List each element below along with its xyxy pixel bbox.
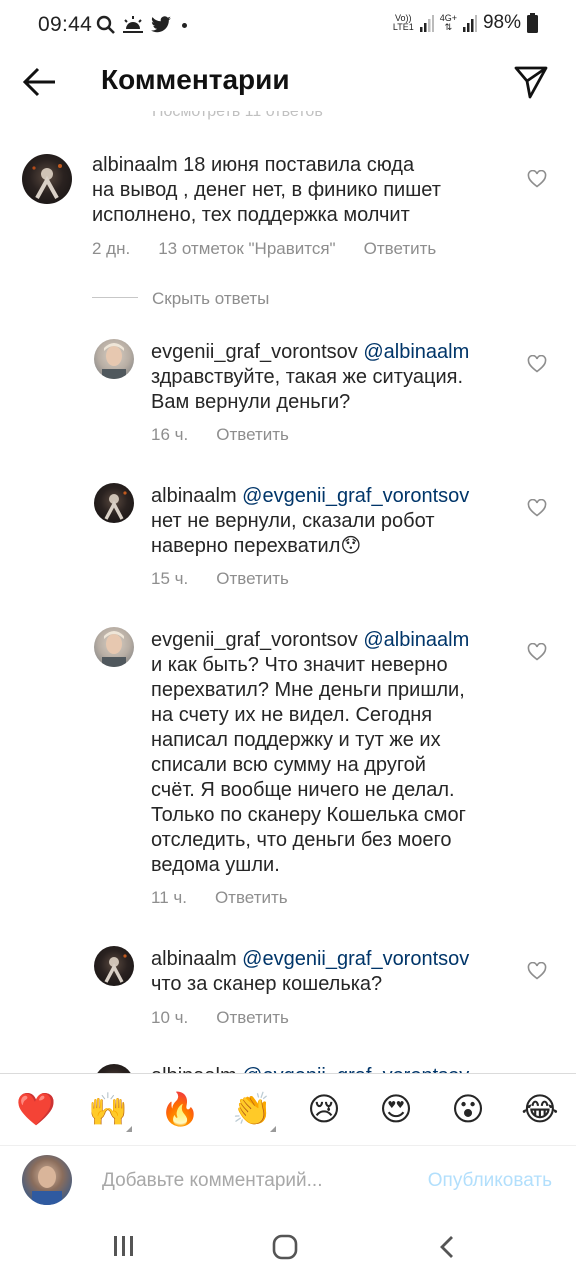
reply-meta: 11 ч. Ответить [151, 888, 288, 908]
reply-time: 11 ч. [151, 888, 187, 907]
reply-button[interactable]: Ответить [364, 239, 437, 259]
avatar[interactable] [22, 154, 72, 204]
emoji-fire-button[interactable]: 🔥 [158, 1089, 202, 1129]
like-heart-icon[interactable] [527, 170, 547, 188]
reply-button[interactable]: Ответить [215, 888, 288, 908]
reply-button[interactable]: Ответить [216, 1008, 289, 1028]
comment-text: albinaalm 18 июня поставила сюда на выво… [92, 154, 441, 226]
emoji-quick-bar: ❤️ 🙌 🔥 👏 😢 😍 😮 😂 [0, 1073, 576, 1146]
recents-icon[interactable] [113, 1235, 135, 1257]
like-heart-icon[interactable] [527, 962, 547, 980]
mention-link[interactable]: @evgenii_graf_vorontsov [242, 485, 469, 507]
reply-time: 16 ч. [151, 425, 189, 444]
app-header: Комментарии [0, 50, 576, 114]
mention-link[interactable]: @evgenii_graf_vorontsov [242, 948, 469, 970]
reply-meta: 16 ч. Ответить [151, 425, 289, 445]
reply-time: 15 ч. [151, 569, 189, 588]
signal-icon [419, 15, 434, 32]
avatar[interactable] [94, 339, 134, 379]
battery-icon [527, 13, 538, 33]
like-heart-icon[interactable] [527, 355, 547, 373]
notification-dot-icon [182, 22, 187, 28]
avatar-figure-icon [32, 164, 62, 199]
weather-icon [123, 16, 143, 33]
comment-composer: Добавьте комментарий... Опубликовать [0, 1145, 576, 1216]
replies-divider [92, 297, 138, 298]
mention-link[interactable]: @albinaalm [363, 629, 469, 651]
back-nav-icon[interactable] [438, 1235, 456, 1259]
avatar-figure-icon [104, 491, 127, 520]
comment-input[interactable]: Добавьте комментарий... [102, 1170, 322, 1192]
mention-link[interactable]: @albinaalm [363, 341, 469, 363]
emoji-clapping-button[interactable]: 👏 [230, 1089, 274, 1129]
emoji-surprised-button[interactable]: 😮 [446, 1089, 490, 1129]
back-arrow-icon[interactable] [22, 66, 58, 98]
comment-username[interactable]: albinaalm [92, 154, 178, 176]
reply-text: evgenii_graf_vorontsov @albinaalm и как … [151, 629, 470, 876]
avatar-face-icon [32, 1166, 62, 1205]
avatar [22, 1155, 72, 1205]
reply-username[interactable]: evgenii_graf_vorontsov [151, 341, 358, 363]
reply-text: albinaalm @evgenii_graf_vorontsov нет не… [151, 485, 470, 557]
avatar[interactable] [94, 946, 134, 986]
twitter-icon [151, 16, 171, 33]
reply-username[interactable]: evgenii_graf_vorontsov [151, 629, 358, 651]
status-notification-icons [96, 12, 187, 38]
reply-text: albinaalm @evgenii_graf_vorontsov что за… [151, 948, 470, 995]
status-bar: 09:44 Vo)) LTE1 4G+ ⇅ 98% [0, 0, 576, 50]
emoji-heart-eyes-button[interactable]: 😍 [374, 1089, 418, 1129]
status-time: 09:44 [38, 13, 93, 36]
send-icon[interactable] [513, 64, 549, 100]
comment-time: 2 дн. [92, 239, 131, 258]
emoji-tears-of-joy-button[interactable]: 😂 [518, 1089, 562, 1129]
avatar[interactable] [94, 627, 134, 667]
reply-time: 10 ч. [151, 1008, 189, 1027]
likes-count-link[interactable]: 13 отметок "Нравится" [158, 239, 335, 259]
reply-username[interactable]: albinaalm [151, 485, 237, 507]
network-type-indicator: 4G+ ⇅ [439, 13, 457, 32]
reply-text: evgenii_graf_vorontsov @albinaalm здравс… [151, 341, 470, 413]
system-nav-bar [0, 1215, 576, 1280]
publish-button[interactable]: Опубликовать [428, 1170, 552, 1192]
reply-meta: 10 ч. Ответить [151, 1008, 289, 1028]
like-heart-icon[interactable] [527, 643, 547, 661]
reply-button[interactable]: Ответить [216, 425, 289, 445]
skin-tone-indicator-icon [126, 1126, 132, 1132]
reply-meta: 15 ч. Ответить [151, 569, 289, 589]
data-arrows-icon: ⇅ [444, 22, 453, 32]
status-right: Vo)) LTE1 4G+ ⇅ 98% [393, 12, 538, 34]
comment-meta: 2 дн. 13 отметок "Нравится" Ответить [92, 239, 436, 259]
reply-button[interactable]: Ответить [216, 569, 289, 589]
signal-icon-2 [462, 15, 477, 32]
like-heart-icon[interactable] [527, 499, 547, 517]
emoji-heart-button[interactable]: ❤️ [14, 1089, 58, 1129]
emoji-crying-button[interactable]: 😢 [302, 1089, 346, 1129]
skin-tone-indicator-icon [270, 1126, 276, 1132]
home-icon[interactable] [272, 1234, 298, 1260]
reply-username[interactable]: albinaalm [151, 948, 237, 970]
volte-indicator: Vo)) LTE1 [392, 13, 414, 32]
avatar-face-icon [102, 343, 126, 379]
avatar[interactable] [94, 483, 134, 523]
page-title: Комментарии [101, 64, 290, 95]
battery-percent: 98% [482, 12, 521, 33]
avatar-figure-icon [104, 954, 127, 983]
search-icon [96, 15, 115, 34]
avatar-face-icon [102, 631, 126, 667]
hide-replies-button[interactable]: Скрыть ответы [152, 289, 269, 309]
emoji-raised-hands-button[interactable]: 🙌 [86, 1089, 130, 1129]
